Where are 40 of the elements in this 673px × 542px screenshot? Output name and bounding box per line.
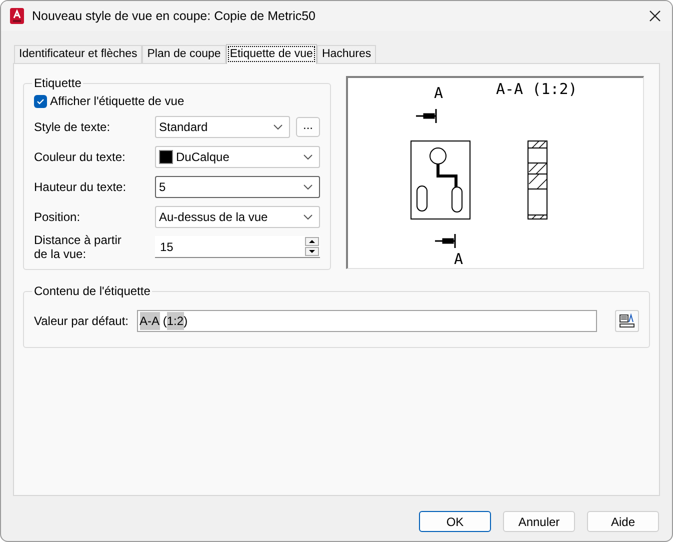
field-label: Position:	[34, 210, 82, 224]
view-title: A-A (1:2)	[496, 82, 578, 97]
checkmark-icon	[36, 96, 45, 106]
field-label: Distance à partir de la vue:	[34, 233, 122, 261]
color-name: DuCalque	[176, 149, 230, 166]
checkbox-label: Afficher l'étiquette de vue	[50, 93, 184, 110]
text-field-icon	[619, 313, 635, 329]
chevron-down-icon	[303, 184, 313, 190]
field-label: Style de texte:	[34, 120, 112, 134]
tab[interactable]: Plan de coupe	[142, 45, 226, 63]
field-label: Valeur par défaut:	[34, 313, 129, 330]
chevron-down-icon	[303, 214, 313, 220]
field-label: Hauteur du texte:	[34, 180, 128, 194]
field-label: Couleur du texte:	[34, 150, 126, 164]
dropdown[interactable]: Au-dessus de la vue	[155, 206, 320, 228]
spin-field[interactable]: 15	[155, 236, 320, 258]
checkbox[interactable]	[34, 94, 47, 108]
group-title: Contenu de l'étiquette	[33, 283, 152, 300]
dropdown[interactable]: 5	[155, 176, 320, 198]
chevron-down-icon	[303, 154, 313, 160]
section-marker: A	[434, 86, 444, 101]
browse-button[interactable]: ...	[296, 117, 320, 137]
window-title: Nouveau style de vue en coupe: Copie de Metric50	[32, 8, 317, 25]
spin-up-icon[interactable]	[305, 237, 319, 246]
tab[interactable]: Etiquette de vue	[226, 44, 317, 64]
dialog-button[interactable]: Annuler	[503, 511, 575, 532]
app-icon	[9, 8, 25, 24]
field-insert-button[interactable]	[615, 310, 639, 332]
default-value-field[interactable]: A-A (1:2)	[136, 310, 597, 332]
color-dropdown[interactable]: DuCalque	[155, 146, 320, 168]
chevron-down-icon	[273, 124, 283, 130]
dropdown[interactable]: Standard	[155, 116, 290, 138]
dialog-button[interactable]: OK	[419, 511, 491, 532]
tab[interactable]: Identificateur et flèches	[14, 45, 142, 63]
group-title: Etiquette	[33, 75, 82, 92]
dialog-button[interactable]: Aide	[587, 511, 659, 532]
section-marker: A	[454, 252, 464, 267]
tab[interactable]: Hachures	[316, 45, 376, 63]
close-icon[interactable]	[649, 10, 661, 22]
spin-down-icon[interactable]	[305, 247, 319, 256]
